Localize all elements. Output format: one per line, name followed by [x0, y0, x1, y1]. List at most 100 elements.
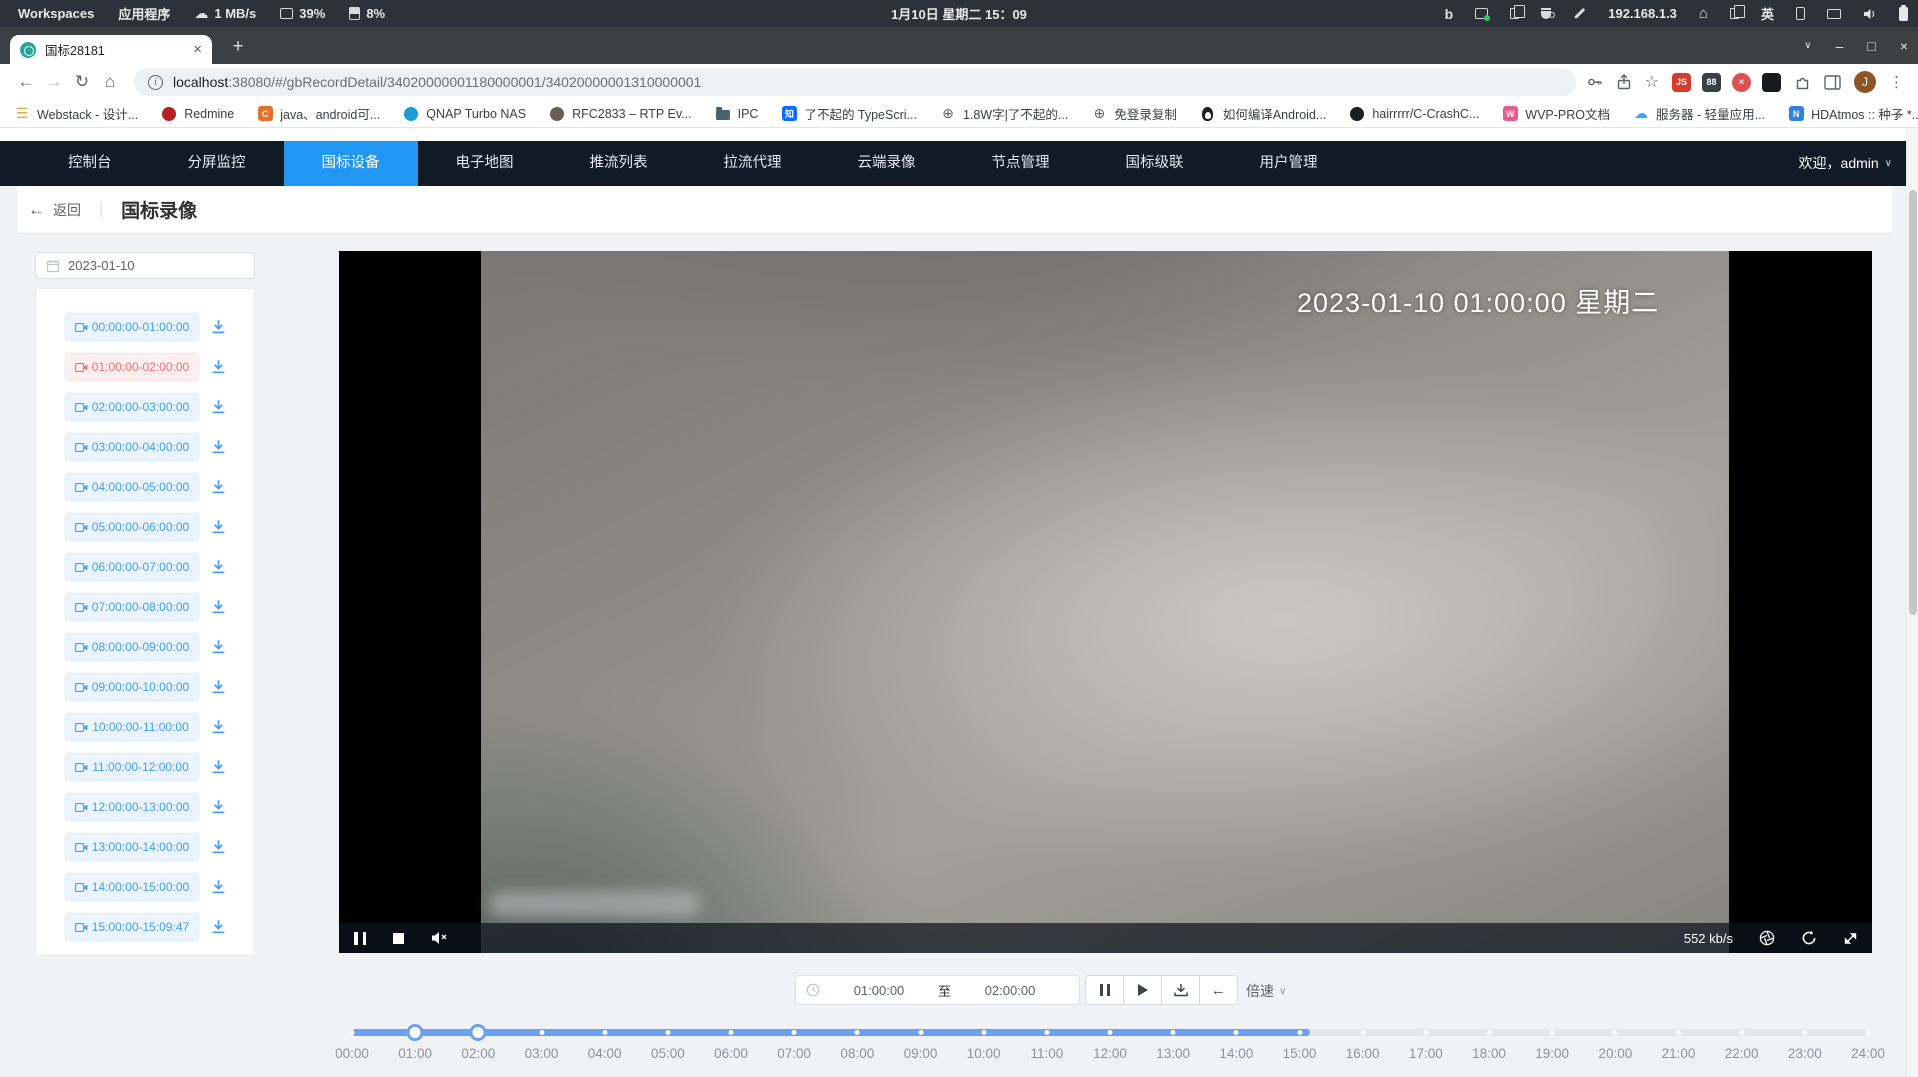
player-pause-icon[interactable]: [354, 932, 366, 945]
download-icon[interactable]: [211, 759, 226, 774]
workspaces-button[interactable]: Workspaces: [18, 6, 94, 21]
player-mute-icon[interactable]: [431, 931, 448, 945]
recording-pill[interactable]: 03:00:00-04:00:00: [65, 433, 199, 461]
window-maximize-button[interactable]: □: [1867, 38, 1875, 54]
download-icon[interactable]: [211, 639, 226, 654]
download-icon[interactable]: [211, 519, 226, 534]
speed-dropdown[interactable]: 倍速 ∨: [1246, 978, 1286, 1004]
recording-pill[interactable]: 15:00:00-15:09:47: [65, 913, 199, 941]
download-icon[interactable]: [211, 599, 226, 614]
password-key-icon[interactable]: [1586, 74, 1603, 90]
bookmark-star-icon[interactable]: ☆: [1645, 72, 1659, 92]
bookmark-item[interactable]: ⊕免登录复制: [1091, 104, 1177, 123]
video-player[interactable]: 2023-01-10 01:00:00 星期二 552 kb/s: [339, 251, 1872, 953]
dark-extension-icon[interactable]: [1762, 73, 1781, 92]
recording-pill[interactable]: 02:00:00-03:00:00: [65, 393, 199, 421]
share-icon[interactable]: [1616, 74, 1632, 90]
nav-item-8[interactable]: 节点管理: [954, 141, 1088, 186]
snapshot-icon[interactable]: [1759, 930, 1775, 946]
windows-stack-icon[interactable]: [1730, 8, 1739, 19]
bookmark-item[interactable]: Cjava、android可...: [257, 104, 380, 123]
bookmark-item[interactable]: hairrrrr/C-CrashC...: [1349, 106, 1479, 122]
start-time-input[interactable]: 01:00:00: [820, 983, 938, 998]
recording-pill[interactable]: 14:00:00-15:00:00: [65, 873, 199, 901]
nav-item-9[interactable]: 国标级联: [1088, 141, 1222, 186]
bookmark-item[interactable]: ☰Webstack - 设计...: [14, 104, 138, 123]
recording-pill[interactable]: 13:00:00-14:00:00: [65, 833, 199, 861]
clipboard-icon[interactable]: [1510, 8, 1519, 19]
pause-button[interactable]: [1085, 975, 1124, 1005]
browser-forward-button[interactable]: →: [40, 72, 68, 92]
download-icon[interactable]: [211, 319, 226, 334]
volume-icon[interactable]: [1863, 8, 1877, 20]
bookmark-item[interactable]: WWVP-PRO文档: [1502, 104, 1610, 123]
input-language-indicator[interactable]: 英: [1761, 4, 1774, 23]
coffee-icon[interactable]: [1541, 8, 1551, 19]
site-info-icon[interactable]: i: [148, 75, 163, 90]
download-icon[interactable]: [211, 879, 226, 894]
download-icon[interactable]: [211, 359, 226, 374]
recording-pill[interactable]: 07:00:00-08:00:00: [65, 593, 199, 621]
battery-icon[interactable]: [1899, 7, 1908, 21]
js-extension-icon[interactable]: JS: [1672, 73, 1691, 92]
new-tab-button[interactable]: +: [224, 33, 252, 61]
profile-avatar[interactable]: J: [1854, 71, 1876, 93]
tab-search-icon[interactable]: ∨: [1804, 40, 1811, 51]
recording-pill[interactable]: 05:00:00-06:00:00: [65, 513, 199, 541]
side-panel-icon[interactable]: [1824, 75, 1841, 90]
download-icon[interactable]: [211, 919, 226, 934]
nav-item-6[interactable]: 拉流代理: [686, 141, 820, 186]
back-button[interactable]: 返回: [53, 200, 81, 220]
recording-pill[interactable]: 10:00:00-11:00:00: [65, 713, 199, 741]
bookmark-item[interactable]: IPC: [715, 106, 759, 122]
timeline-handle-end[interactable]: [470, 1024, 487, 1041]
gray-extension-icon[interactable]: 88: [1702, 73, 1721, 92]
recording-pill[interactable]: 08:00:00-09:00:00: [65, 633, 199, 661]
nav-item-3[interactable]: 国标设备: [284, 141, 418, 186]
nav-item-5[interactable]: 推流列表: [552, 141, 686, 186]
bookmark-item[interactable]: 知了不起的 TypeScri...: [781, 104, 917, 123]
download-button[interactable]: [1161, 975, 1200, 1005]
window-close-button[interactable]: ×: [1900, 38, 1908, 54]
download-icon[interactable]: [211, 559, 226, 574]
browser-back-button[interactable]: ←: [12, 72, 40, 92]
nav-item-2[interactable]: 分屏监控: [150, 141, 284, 186]
applications-button[interactable]: 应用程序: [118, 4, 170, 23]
play-button[interactable]: [1123, 975, 1162, 1005]
browser-tab[interactable]: 国标28181 ×: [10, 35, 212, 64]
end-time-input[interactable]: 02:00:00: [951, 983, 1069, 998]
nav-item-4[interactable]: 电子地图: [418, 141, 552, 186]
bookmark-item[interactable]: ☁服务器 - 轻量应用...: [1633, 104, 1765, 123]
window-minimize-button[interactable]: –: [1836, 38, 1844, 54]
date-picker-input[interactable]: 2023-01-10: [35, 252, 255, 279]
bookmark-item[interactable]: RFC2833 – RTP Ev...: [549, 106, 692, 122]
bookmark-item[interactable]: 如何编译Android...: [1200, 104, 1327, 123]
browser-home-button[interactable]: ⌂: [96, 72, 124, 92]
indicator-b-icon[interactable]: b: [1445, 6, 1454, 22]
back-arrow-icon[interactable]: ←: [28, 200, 45, 220]
download-icon[interactable]: [211, 479, 226, 494]
bookmarks-overflow-icon[interactable]: »: [1894, 106, 1902, 122]
bookmark-item[interactable]: ⊕1.8W字|了不起的...: [940, 104, 1068, 123]
refresh-icon[interactable]: [1801, 930, 1817, 946]
time-range-picker[interactable]: 01:00:00 至 02:00:00: [795, 975, 1080, 1005]
blocker-extension-icon[interactable]: ✕: [1732, 73, 1751, 92]
puzzle-extension-icon[interactable]: [1794, 74, 1811, 91]
tool-icon[interactable]: [1573, 12, 1586, 15]
browser-menu-icon[interactable]: ⋮: [1889, 73, 1904, 91]
bookmark-item[interactable]: QNAP Turbo NAS: [403, 106, 526, 122]
download-icon[interactable]: [211, 439, 226, 454]
seek-back-button[interactable]: ←: [1199, 975, 1238, 1005]
address-bar[interactable]: i localhost:38080/#/gbRecordDetail/34020…: [134, 68, 1576, 96]
recording-pill[interactable]: 09:00:00-10:00:00: [65, 673, 199, 701]
player-stop-icon[interactable]: [393, 933, 404, 944]
timeline-slider[interactable]: 00:0001:0002:0003:0004:0005:0006:0007:00…: [352, 1022, 1868, 1068]
display-icon[interactable]: [1827, 9, 1841, 19]
download-icon[interactable]: [211, 839, 226, 854]
user-menu[interactable]: 欢迎，admin ∨: [1799, 141, 1892, 186]
browser-reload-button[interactable]: ↻: [68, 72, 96, 92]
tab-close-icon[interactable]: ×: [193, 42, 202, 57]
scrollbar-thumb[interactable]: [1909, 190, 1917, 615]
page-scrollbar[interactable]: [1906, 128, 1918, 1077]
download-icon[interactable]: [211, 679, 226, 694]
